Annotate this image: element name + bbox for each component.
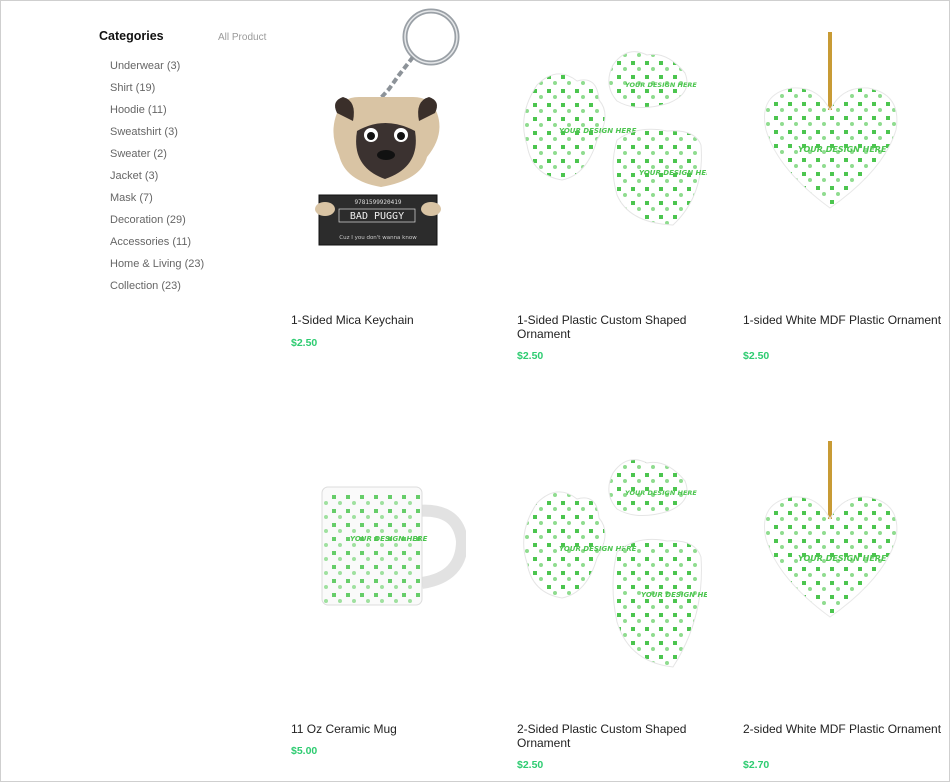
- product-card[interactable]: YOUR DESIGN HERE YOUR DESIGN HERE YOUR D…: [517, 0, 729, 362]
- product-price: $2.50: [291, 337, 318, 349]
- keychain-caption: Cuz I you don't wanna know: [339, 235, 417, 241]
- custom-shaped-ornaments-image[interactable]: YOUR DESIGN HERE YOUR DESIGN HERE YOUR D…: [517, 45, 707, 230]
- category-item-decoration[interactable]: Decoration (29): [110, 213, 204, 235]
- custom-shaped-ornaments-image[interactable]: YOUR DESIGN HERE YOUR DESIGN HERE YOUR D…: [517, 457, 707, 672]
- categories-heading: Categories: [99, 29, 164, 43]
- product-name[interactable]: 1-sided White MDF Plastic Ornament: [743, 313, 943, 327]
- keychain-id-text: 9781599920419: [355, 199, 402, 206]
- keychain-headline: BAD PUGGY: [350, 211, 404, 222]
- category-item-shirt[interactable]: Shirt (19): [110, 81, 204, 103]
- category-item-jacket[interactable]: Jacket (3): [110, 169, 204, 191]
- category-item-mask[interactable]: Mask (7): [110, 191, 204, 213]
- category-item-home-living[interactable]: Home & Living (23): [110, 257, 204, 279]
- pattern-text: YOUR DESIGN HERE: [350, 535, 428, 543]
- product-card[interactable]: YOUR DESIGN HERE 1-sided White MDF Plast…: [743, 0, 950, 362]
- heart-ornament-image[interactable]: YOUR DESIGN HERE: [758, 30, 918, 220]
- product-price: $2.70: [743, 759, 770, 771]
- pattern-text: YOUR DESIGN HERE: [798, 554, 887, 563]
- product-price: $2.50: [743, 350, 770, 362]
- category-item-sweater[interactable]: Sweater (2): [110, 147, 204, 169]
- category-item-collection[interactable]: Collection (23): [110, 279, 204, 301]
- pug-keychain-image[interactable]: 9781599920419 BAD PUGGY Cuz I you don't …: [301, 5, 481, 260]
- heart-ornament-image[interactable]: YOUR DESIGN HERE: [758, 439, 918, 629]
- category-item-accessories[interactable]: Accessories (11): [110, 235, 204, 257]
- product-card[interactable]: YOUR DESIGN HERE 2-sided White MDF Plast…: [743, 409, 950, 779]
- product-name[interactable]: 2-Sided Plastic Custom Shaped Ornament: [517, 722, 717, 750]
- pattern-text: YOUR DESIGN HERE: [625, 489, 697, 497]
- product-card[interactable]: 9781599920419 BAD PUGGY Cuz I you don't …: [291, 0, 503, 360]
- all-product-link[interactable]: All Product: [218, 32, 266, 43]
- product-card[interactable]: YOUR DESIGN HERE 11 Oz Ceramic Mug $5.00: [291, 409, 503, 779]
- category-item-underwear[interactable]: Underwear (3): [110, 59, 204, 81]
- product-price: $2.50: [517, 350, 544, 362]
- pattern-text: YOUR DESIGN HERE: [641, 591, 707, 599]
- category-item-hoodie[interactable]: Hoodie (11): [110, 103, 204, 125]
- product-name[interactable]: 1-Sided Mica Keychain: [291, 313, 491, 327]
- product-name[interactable]: 2-sided White MDF Plastic Ornament: [743, 722, 943, 736]
- pattern-text: YOUR DESIGN HERE: [639, 169, 707, 177]
- category-item-sweatshirt[interactable]: Sweatshirt (3): [110, 125, 204, 147]
- ceramic-mug-image[interactable]: YOUR DESIGN HERE: [316, 479, 466, 614]
- pattern-text: YOUR DESIGN HERE: [559, 127, 637, 135]
- product-price: $5.00: [291, 745, 318, 757]
- pattern-text: YOUR DESIGN HERE: [798, 145, 887, 154]
- category-list: Underwear (3) Shirt (19) Hoodie (11) Swe…: [110, 59, 204, 301]
- product-name[interactable]: 1-Sided Plastic Custom Shaped Ornament: [517, 313, 717, 341]
- product-price: $2.50: [517, 759, 544, 771]
- pattern-text: YOUR DESIGN HERE: [625, 81, 697, 89]
- product-name[interactable]: 11 Oz Ceramic Mug: [291, 722, 491, 736]
- product-card[interactable]: YOUR DESIGN HERE YOUR DESIGN HERE YOUR D…: [517, 409, 729, 779]
